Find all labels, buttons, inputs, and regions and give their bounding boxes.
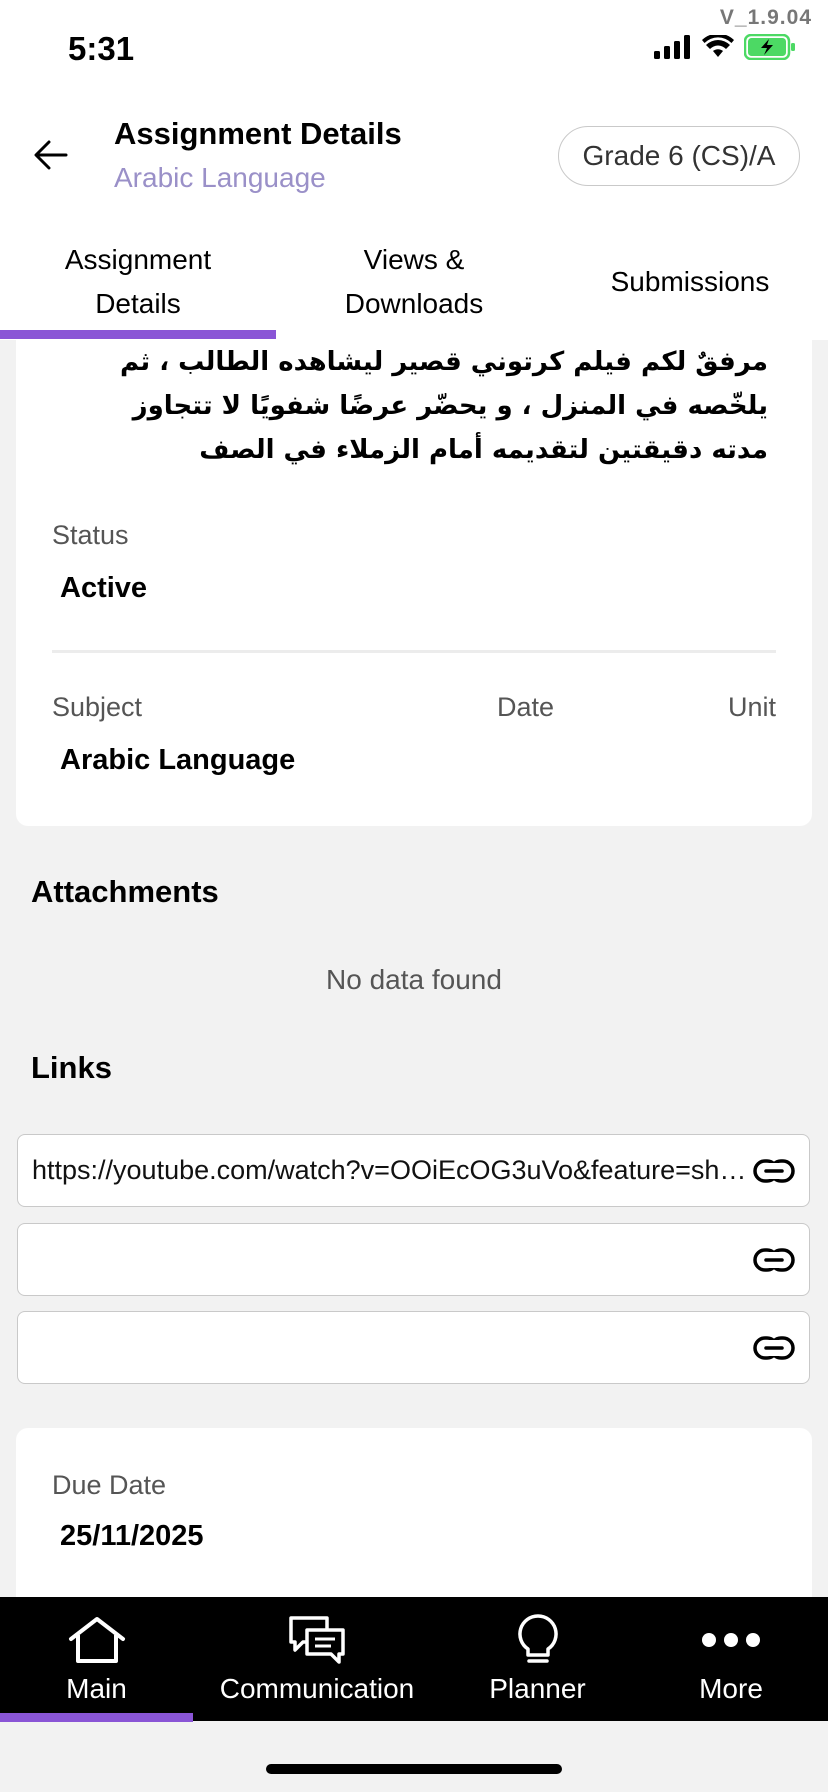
tab-label-line: Assignment [64, 244, 212, 275]
page-subtitle: Arabic Language [114, 162, 326, 193]
more-icon [702, 1633, 760, 1647]
nav-item-communication[interactable]: Communication [193, 1597, 441, 1721]
description-line: مرفقٌ لكم فيلم كرتوني قصير ليشاهده الطال… [120, 347, 768, 377]
bottom-nav: Main Communication Planner More [0, 1597, 828, 1721]
signal-icon [654, 35, 690, 59]
due-date-label: Due Date [52, 1470, 167, 1500]
divider [52, 650, 776, 653]
active-tab-indicator [0, 330, 276, 339]
tab-label-line: Details [95, 288, 181, 319]
nav-item-planner[interactable]: Planner [441, 1597, 634, 1721]
link-url[interactable]: https://youtube.com/watch?v=OOiEcOG3uVo&… [32, 1155, 752, 1186]
status-icons [654, 34, 796, 60]
assignment-description: مرفقٌ لكم فيلم كرتوني قصير ليشاهده الطال… [40, 340, 768, 472]
app-version: V_1.9.04 [719, 6, 812, 29]
attachments-title: Attachments [31, 874, 219, 909]
description-line: مدته دقيقتين لتقديمه أمام الزملاء في الص… [199, 435, 768, 465]
battery-icon [744, 34, 795, 60]
grade-badge[interactable]: Grade 6 (CS)/A [558, 126, 800, 186]
nav-item-main[interactable]: Main [0, 1597, 193, 1721]
unit-label: Unit [727, 692, 776, 722]
link-field[interactable] [17, 1223, 810, 1296]
active-nav-indicator [0, 1713, 193, 1722]
nav-label: More [699, 1673, 763, 1704]
nav-label: Planner [489, 1673, 586, 1704]
link-field[interactable] [17, 1311, 810, 1384]
attachments-empty: No data found [326, 964, 502, 995]
link-icon[interactable] [753, 1244, 795, 1276]
description-line: يلخّصه في المنزل ، و يحضّر عرضًا شفويًا … [132, 391, 768, 421]
tab-label-line: Views & [363, 244, 465, 275]
chat-icon [289, 1616, 345, 1664]
link-icon[interactable] [753, 1332, 795, 1364]
tab-label: Submissions [610, 266, 770, 297]
date-label: Date [497, 692, 555, 722]
status-time: 5:31 [68, 30, 135, 67]
due-date-value: 25/11/2025 [60, 1520, 204, 1552]
tab-assignment-details[interactable]: Assignment Details [0, 230, 276, 334]
nav-label: Main [66, 1673, 127, 1704]
wifi-icon [702, 35, 734, 57]
lightbulb-icon [517, 1614, 558, 1663]
links-title: Links [31, 1050, 112, 1085]
nav-label: Communication [219, 1673, 415, 1704]
status-label: Status [52, 520, 129, 550]
tab-submissions[interactable]: Submissions [552, 230, 828, 334]
page-title: Assignment Details [114, 116, 402, 151]
nav-item-more[interactable]: More [634, 1597, 828, 1721]
subject-label: Subject [52, 692, 143, 722]
home-indicator[interactable] [266, 1764, 562, 1774]
link-field[interactable]: https://youtube.com/watch?v=OOiEcOG3uVo&… [17, 1134, 810, 1207]
status-value: Active [60, 572, 148, 604]
tab-views-downloads[interactable]: Views & Downloads [276, 230, 552, 334]
back-button[interactable] [28, 132, 74, 178]
link-icon[interactable] [753, 1155, 795, 1187]
arrow-left-icon [34, 140, 68, 170]
due-date-card [16, 1428, 812, 1598]
home-icon [68, 1617, 125, 1663]
tab-label-line: Downloads [344, 288, 484, 319]
subject-value: Arabic Language [60, 744, 296, 776]
